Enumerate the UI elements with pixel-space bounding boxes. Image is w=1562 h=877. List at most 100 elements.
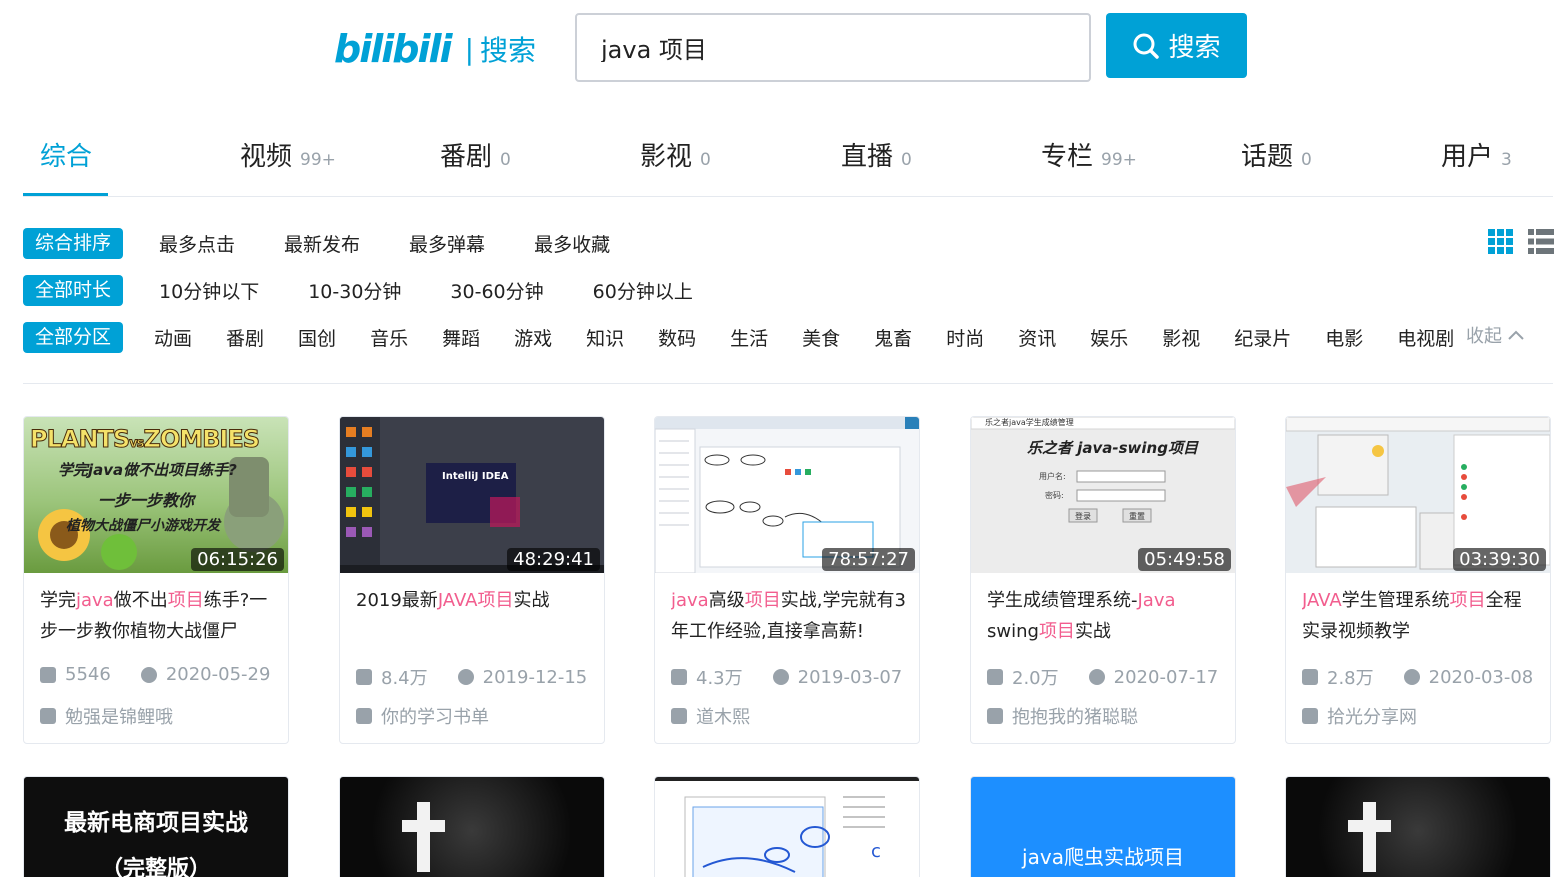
title-text: 学生管理系统	[1341, 590, 1450, 611]
zone-option[interactable]: 电影	[1325, 324, 1363, 351]
order-selected[interactable]: 综合排序	[23, 227, 124, 259]
tab-bangumi[interactable]: 番剧 0	[440, 136, 511, 173]
title-keyword: Java	[1137, 590, 1176, 611]
tab-live[interactable]: 直播 0	[841, 136, 912, 173]
duration-option[interactable]: 10分钟以下	[159, 277, 259, 304]
tab-topic[interactable]: 话题 0	[1241, 136, 1312, 173]
thumbnail-title: 最新电商项目实战	[64, 810, 248, 836]
zone-option[interactable]: 游戏	[514, 324, 552, 351]
zone-option[interactable]: 美食	[802, 324, 840, 351]
bilibili-logo[interactable]: bilibili | 搜索	[334, 24, 536, 74]
video-card[interactable]	[1285, 776, 1551, 877]
title-keyword: 项目	[477, 590, 514, 611]
zone-option[interactable]: 番剧	[226, 324, 264, 351]
order-option[interactable]: 最新发布	[284, 230, 360, 257]
tab-article[interactable]: 专栏 99+	[1041, 136, 1137, 173]
video-title[interactable]: 学完java做不出项目练手?一步一步教你植物大战僵尸	[40, 585, 276, 647]
video-card[interactable]: c	[654, 776, 920, 877]
video-card[interactable]: java爬虫实战项目	[970, 776, 1236, 877]
zone-option[interactable]: 生活	[730, 324, 768, 351]
play-count-icon	[1302, 669, 1318, 685]
clock-icon	[140, 666, 157, 683]
zone-option[interactable]: 数码	[658, 324, 696, 351]
zone-option[interactable]: 鬼畜	[874, 324, 912, 351]
tab-label: 用户	[1441, 142, 1494, 172]
duration-option[interactable]: 10-30分钟	[308, 277, 401, 304]
logo-separator: |	[464, 32, 474, 66]
title-keyword: 项目	[1038, 621, 1075, 642]
title-keyword: 项目	[1449, 590, 1486, 611]
thumbnail-title: PLANTSvsZOMBIES	[29, 425, 260, 454]
video-meta: 2.0万 2020-07-17	[987, 664, 1218, 690]
list-view-icon[interactable]	[1528, 229, 1554, 254]
zone-option[interactable]: 知识	[586, 324, 624, 351]
tab-film[interactable]: 影视 0	[640, 136, 711, 173]
video-title[interactable]: 学生成绩管理系统-Java swing项目实战	[987, 585, 1223, 647]
video-card[interactable]: IntelliJ IDEA 48:29:41 2019最新JAVA项目实战 8.…	[339, 416, 605, 744]
chevron-up-icon	[1508, 330, 1524, 340]
search-input[interactable]	[601, 33, 1089, 62]
collapse-filters-button[interactable]: 收起	[1466, 322, 1524, 348]
cross-icon	[402, 802, 445, 872]
thumbnail-logo-text: IntelliJ IDEA	[442, 471, 509, 482]
video-thumbnail[interactable]: 78:57:27	[655, 417, 919, 573]
form-button-label: 重置	[1129, 512, 1145, 521]
video-thumbnail[interactable]: IntelliJ IDEA 48:29:41	[340, 417, 604, 573]
logo-search-label: 搜索	[480, 34, 537, 67]
video-card[interactable]: PLANTSvsZOMBIES 学完java做不出项目练手? 一步一步教你 植物…	[23, 416, 289, 744]
zone-option[interactable]: 娱乐	[1090, 324, 1128, 351]
uploader-icon	[40, 708, 56, 724]
search-button[interactable]: 搜索	[1106, 13, 1247, 78]
video-card[interactable]	[339, 776, 605, 877]
title-keyword: 项目	[744, 590, 781, 611]
uploader[interactable]: 你的学习书单	[356, 703, 489, 729]
uploader-name: 你的学习书单	[381, 707, 489, 728]
zone-selected[interactable]: 全部分区	[23, 321, 124, 353]
search-icon	[1133, 33, 1160, 59]
duration-selected[interactable]: 全部时长	[23, 274, 124, 306]
video-duration: 06:15:26	[191, 548, 284, 571]
zone-option[interactable]: 时尚	[946, 324, 984, 351]
video-thumbnail[interactable]: PLANTSvsZOMBIES 学完java做不出项目练手? 一步一步教你 植物…	[24, 417, 288, 573]
zone-option[interactable]: 音乐	[370, 324, 408, 351]
video-title[interactable]: java高级项目实战,学完就有3年工作经验,直接拿高薪!	[671, 585, 907, 647]
video-card[interactable]: 78:57:27 java高级项目实战,学完就有3年工作经验,直接拿高薪! 4.…	[654, 416, 920, 744]
title-keyword: JAVA	[1302, 590, 1342, 611]
video-title[interactable]: 2019最新JAVA项目实战	[356, 585, 592, 647]
search-box[interactable]	[575, 13, 1091, 82]
tab-user[interactable]: 用户 3	[1441, 136, 1512, 173]
zone-option[interactable]: 动画	[154, 324, 192, 351]
video-card[interactable]: 乐之者java学生成绩管理 乐之者 java-swing项目 用户名: 密码: …	[970, 416, 1236, 744]
zone-option[interactable]: 纪录片	[1234, 324, 1291, 351]
title-text: 实战	[513, 590, 550, 611]
duration-option[interactable]: 60分钟以上	[593, 277, 693, 304]
order-option[interactable]: 最多收藏	[534, 230, 610, 257]
uploader[interactable]: 勉强是锦鲤哦	[40, 703, 173, 729]
uploader[interactable]: 拾光分享网	[1302, 703, 1417, 729]
video-thumbnail[interactable]: 乐之者java学生成绩管理 乐之者 java-swing项目 用户名: 密码: …	[971, 417, 1235, 573]
zone-option[interactable]: 资讯	[1018, 324, 1056, 351]
uploader[interactable]: 抱抱我的猪聪聪	[987, 703, 1138, 729]
title-text: 实战	[1074, 621, 1111, 642]
video-thumbnail[interactable]: 03:39:30	[1286, 417, 1550, 573]
thumbnail-line: 学完java做不出项目练手?	[58, 461, 237, 479]
uploader-name: 抱抱我的猪聪聪	[1012, 707, 1138, 728]
zone-option[interactable]: 影视	[1162, 324, 1200, 351]
tab-video[interactable]: 视频 99+	[240, 136, 336, 173]
tab-all[interactable]: 综合	[40, 136, 92, 173]
zone-option[interactable]: 舞蹈	[442, 324, 480, 351]
uploader[interactable]: 道木熙	[671, 703, 750, 729]
order-option[interactable]: 最多点击	[159, 230, 235, 257]
logo-brand: bilibili	[334, 27, 453, 71]
grid-view-icon[interactable]	[1488, 229, 1513, 254]
duration-option[interactable]: 30-60分钟	[450, 277, 543, 304]
tab-count: 99+	[300, 150, 336, 170]
zone-option[interactable]: 国创	[298, 324, 336, 351]
order-option[interactable]: 最多弹幕	[409, 230, 485, 257]
zone-option[interactable]: 电视剧	[1397, 324, 1454, 351]
uploader-icon	[356, 708, 372, 724]
tab-count: 0	[500, 150, 511, 170]
video-card[interactable]: 03:39:30 JAVA学生管理系统项目全程实录视频教学 2.8万 2020-…	[1285, 416, 1551, 744]
video-title[interactable]: JAVA学生管理系统项目全程实录视频教学	[1302, 585, 1538, 647]
video-card[interactable]: 最新电商项目实战 （完整版）	[23, 776, 289, 877]
